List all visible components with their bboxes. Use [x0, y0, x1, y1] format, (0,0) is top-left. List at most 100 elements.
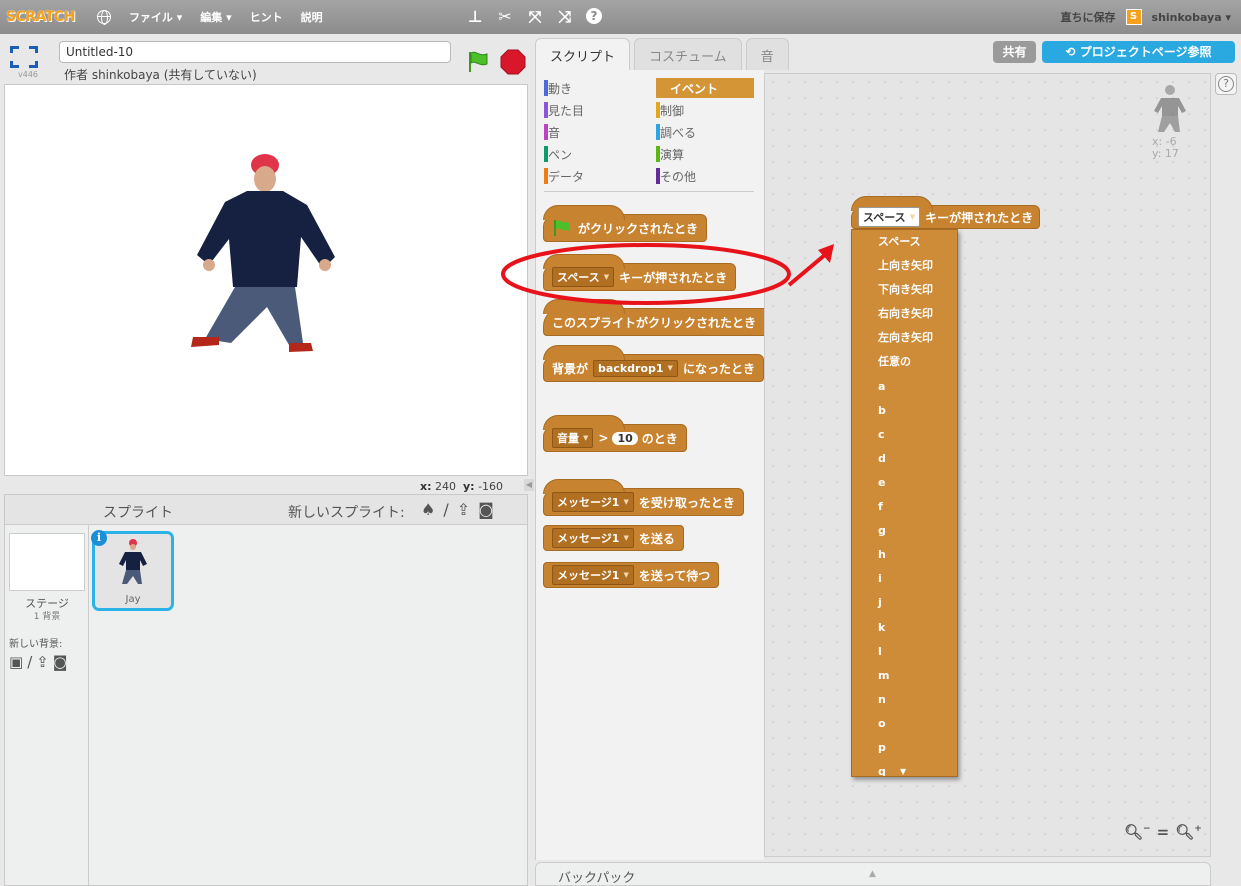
see-project-page-button[interactable]: ⟲ プロジェクトページ参照 [1042, 41, 1235, 63]
save-now-button[interactable]: 直ちに保存 [1061, 9, 1116, 25]
delete-scissors-icon[interactable]: ✂ [496, 8, 514, 26]
stage-thumbnail[interactable] [9, 533, 85, 591]
dropdown-option[interactable]: j [852, 591, 957, 615]
dropdown-option[interactable]: 任意の [852, 350, 957, 374]
category-sound[interactable]: 音 [544, 122, 560, 142]
new-sprite-tools: ♠ / ⇪ ◙ [421, 500, 494, 519]
backdrop-library-icon[interactable]: ▣ [9, 653, 23, 671]
zoom-out-icon[interactable]: 🔍︎− [1124, 823, 1151, 841]
language-globe-icon[interactable] [96, 10, 111, 25]
dropdown-option[interactable]: k [852, 616, 957, 640]
choose-sprite-icon[interactable]: ♠ [421, 500, 435, 519]
block-broadcast-and-wait[interactable]: メッセージ1 を送って待つ [543, 562, 720, 588]
project-title-input[interactable] [59, 41, 451, 63]
block-when-sprite-clicked[interactable]: このスプライトがクリックされたとき [543, 299, 765, 336]
category-control[interactable]: 制御 [656, 100, 684, 120]
dropdown-option[interactable]: e [852, 471, 957, 495]
category-sensing[interactable]: 調べる [656, 122, 696, 142]
dropdown-option[interactable]: n [852, 688, 957, 712]
dropdown-option[interactable]: 右向き矢印 [852, 302, 957, 326]
info-icon[interactable]: i [91, 530, 107, 546]
message-dropdown[interactable]: メッセージ1 [552, 565, 634, 585]
message-dropdown[interactable]: メッセージ1 [552, 492, 634, 512]
dropdown-option[interactable]: c [852, 423, 957, 447]
category-more-blocks[interactable]: その他 [656, 166, 696, 186]
block-when-key-pressed[interactable]: スペース キーが押されたとき [543, 254, 737, 291]
paint-brush-icon[interactable]: / [443, 500, 448, 519]
dropdown-option[interactable]: l [852, 640, 957, 664]
block-when-receive-message[interactable]: メッセージ1 を受け取ったとき [543, 479, 744, 516]
dropdown-option[interactable]: スペース [852, 230, 957, 254]
block-when-backdrop-switches[interactable]: 背景が backdrop1 になったとき [543, 345, 764, 382]
menu-about[interactable]: 説明 [301, 9, 323, 25]
category-data[interactable]: データ [544, 166, 584, 186]
category-pen[interactable]: ペン [544, 144, 572, 164]
tab-sounds[interactable]: 音 [745, 38, 789, 70]
menu-file[interactable]: ファイル ▾ [129, 9, 182, 25]
fullscreen-icon[interactable] [10, 46, 38, 68]
green-flag-icon[interactable] [466, 50, 490, 74]
block-when-sensor-greater[interactable]: 音量 > 10 のとき [543, 415, 687, 452]
sensor-value-input[interactable]: 10 [612, 431, 638, 445]
zoom-reset-icon[interactable]: = [1157, 823, 1170, 841]
share-button[interactable]: 共有 [993, 41, 1036, 63]
grow-icon[interactable]: ⤧ [526, 8, 544, 26]
backdrop-camera-icon[interactable]: ◙ [53, 653, 68, 671]
dropdown-option[interactable]: m [852, 664, 957, 688]
user-avatar-icon[interactable]: S [1125, 9, 1142, 25]
collapse-palette-arrow-icon[interactable]: ◀ [524, 479, 534, 491]
dropdown-option[interactable]: 左向き矢印 [852, 326, 957, 350]
message-dropdown[interactable]: メッセージ1 [552, 528, 634, 548]
duplicate-stamp-icon[interactable]: ⊥ [466, 8, 484, 26]
sensor-dropdown[interactable]: 音量 [552, 428, 594, 448]
zoom-tools: 🔍︎− = 🔍︎+ [1124, 823, 1202, 841]
upload-icon[interactable]: ⇪ [457, 500, 470, 519]
block-help-icon[interactable]: ? [586, 8, 602, 24]
category-events[interactable]: イベント [656, 78, 754, 98]
dropdown-option[interactable]: f [852, 495, 957, 519]
dropdown-option[interactable]: p [852, 736, 957, 760]
menu-tips[interactable]: ヒント [250, 9, 283, 25]
backdrop-upload-icon[interactable]: ⇪ [36, 653, 49, 671]
backdrop-dropdown[interactable]: backdrop1 [593, 359, 678, 377]
script-when-key-pressed[interactable]: スペース キーが押されたとき [851, 196, 1041, 229]
key-dropdown[interactable]: スペース [552, 267, 615, 287]
block-broadcast[interactable]: メッセージ1 を送る [543, 525, 684, 551]
scripts-area[interactable] [764, 73, 1211, 857]
category-operators[interactable]: 演算 [656, 144, 684, 164]
dropdown-option[interactable]: 下向き矢印 [852, 278, 957, 302]
shrink-icon[interactable]: ⤨ [556, 8, 574, 26]
mouse-coordinates: x: 240 y: -160 [420, 480, 504, 493]
backdrop-paint-icon[interactable]: / [27, 653, 32, 671]
category-looks[interactable]: 見た目 [544, 100, 584, 120]
stage-canvas[interactable] [4, 84, 528, 476]
tab-costumes[interactable]: コスチューム [634, 38, 742, 70]
zoom-in-icon[interactable]: 🔍︎+ [1175, 823, 1202, 841]
help-button[interactable]: ? [1215, 73, 1237, 95]
expand-arrow-icon[interactable]: ▲ [869, 869, 876, 879]
stop-sign-icon[interactable] [500, 49, 526, 75]
sprite-jay-image[interactable] [185, 147, 345, 372]
dropdown-option[interactable]: d [852, 447, 957, 471]
dropdown-option[interactable]: h [852, 543, 957, 567]
help-icon: ? [1218, 76, 1234, 92]
sprite-library: スプライト 新しいスプライト: ♠ / ⇪ ◙ ステージ 1 背景 新しい背景:… [4, 494, 528, 886]
camera-icon[interactable]: ◙ [478, 500, 494, 519]
scroll-down-arrow-icon[interactable]: ▼ [900, 767, 906, 776]
menu-edit[interactable]: 編集 ▾ [200, 9, 231, 25]
backpack-label: バックパック [558, 871, 636, 886]
dropdown-option[interactable]: a [852, 375, 957, 399]
username-menu[interactable]: shinkobaya ▾ [1152, 11, 1231, 24]
tab-scripts[interactable]: スクリプト [535, 38, 631, 70]
dropdown-option[interactable]: g [852, 519, 957, 543]
dropdown-option[interactable]: o [852, 712, 957, 736]
dropdown-option[interactable]: i [852, 567, 957, 591]
script-key-dropdown[interactable]: スペース [858, 207, 921, 227]
backpack-panel[interactable]: バックパック ▲ [535, 862, 1211, 886]
block-when-flag-clicked[interactable]: がクリックされたとき [543, 205, 708, 242]
dropdown-option[interactable]: b [852, 399, 957, 423]
scratch-logo[interactable]: SCRATCH [6, 9, 75, 25]
sprite-thumbnail-jay[interactable]: i Jay [91, 530, 174, 611]
dropdown-option[interactable]: 上向き矢印 [852, 254, 957, 278]
category-motion[interactable]: 動き [544, 78, 572, 98]
